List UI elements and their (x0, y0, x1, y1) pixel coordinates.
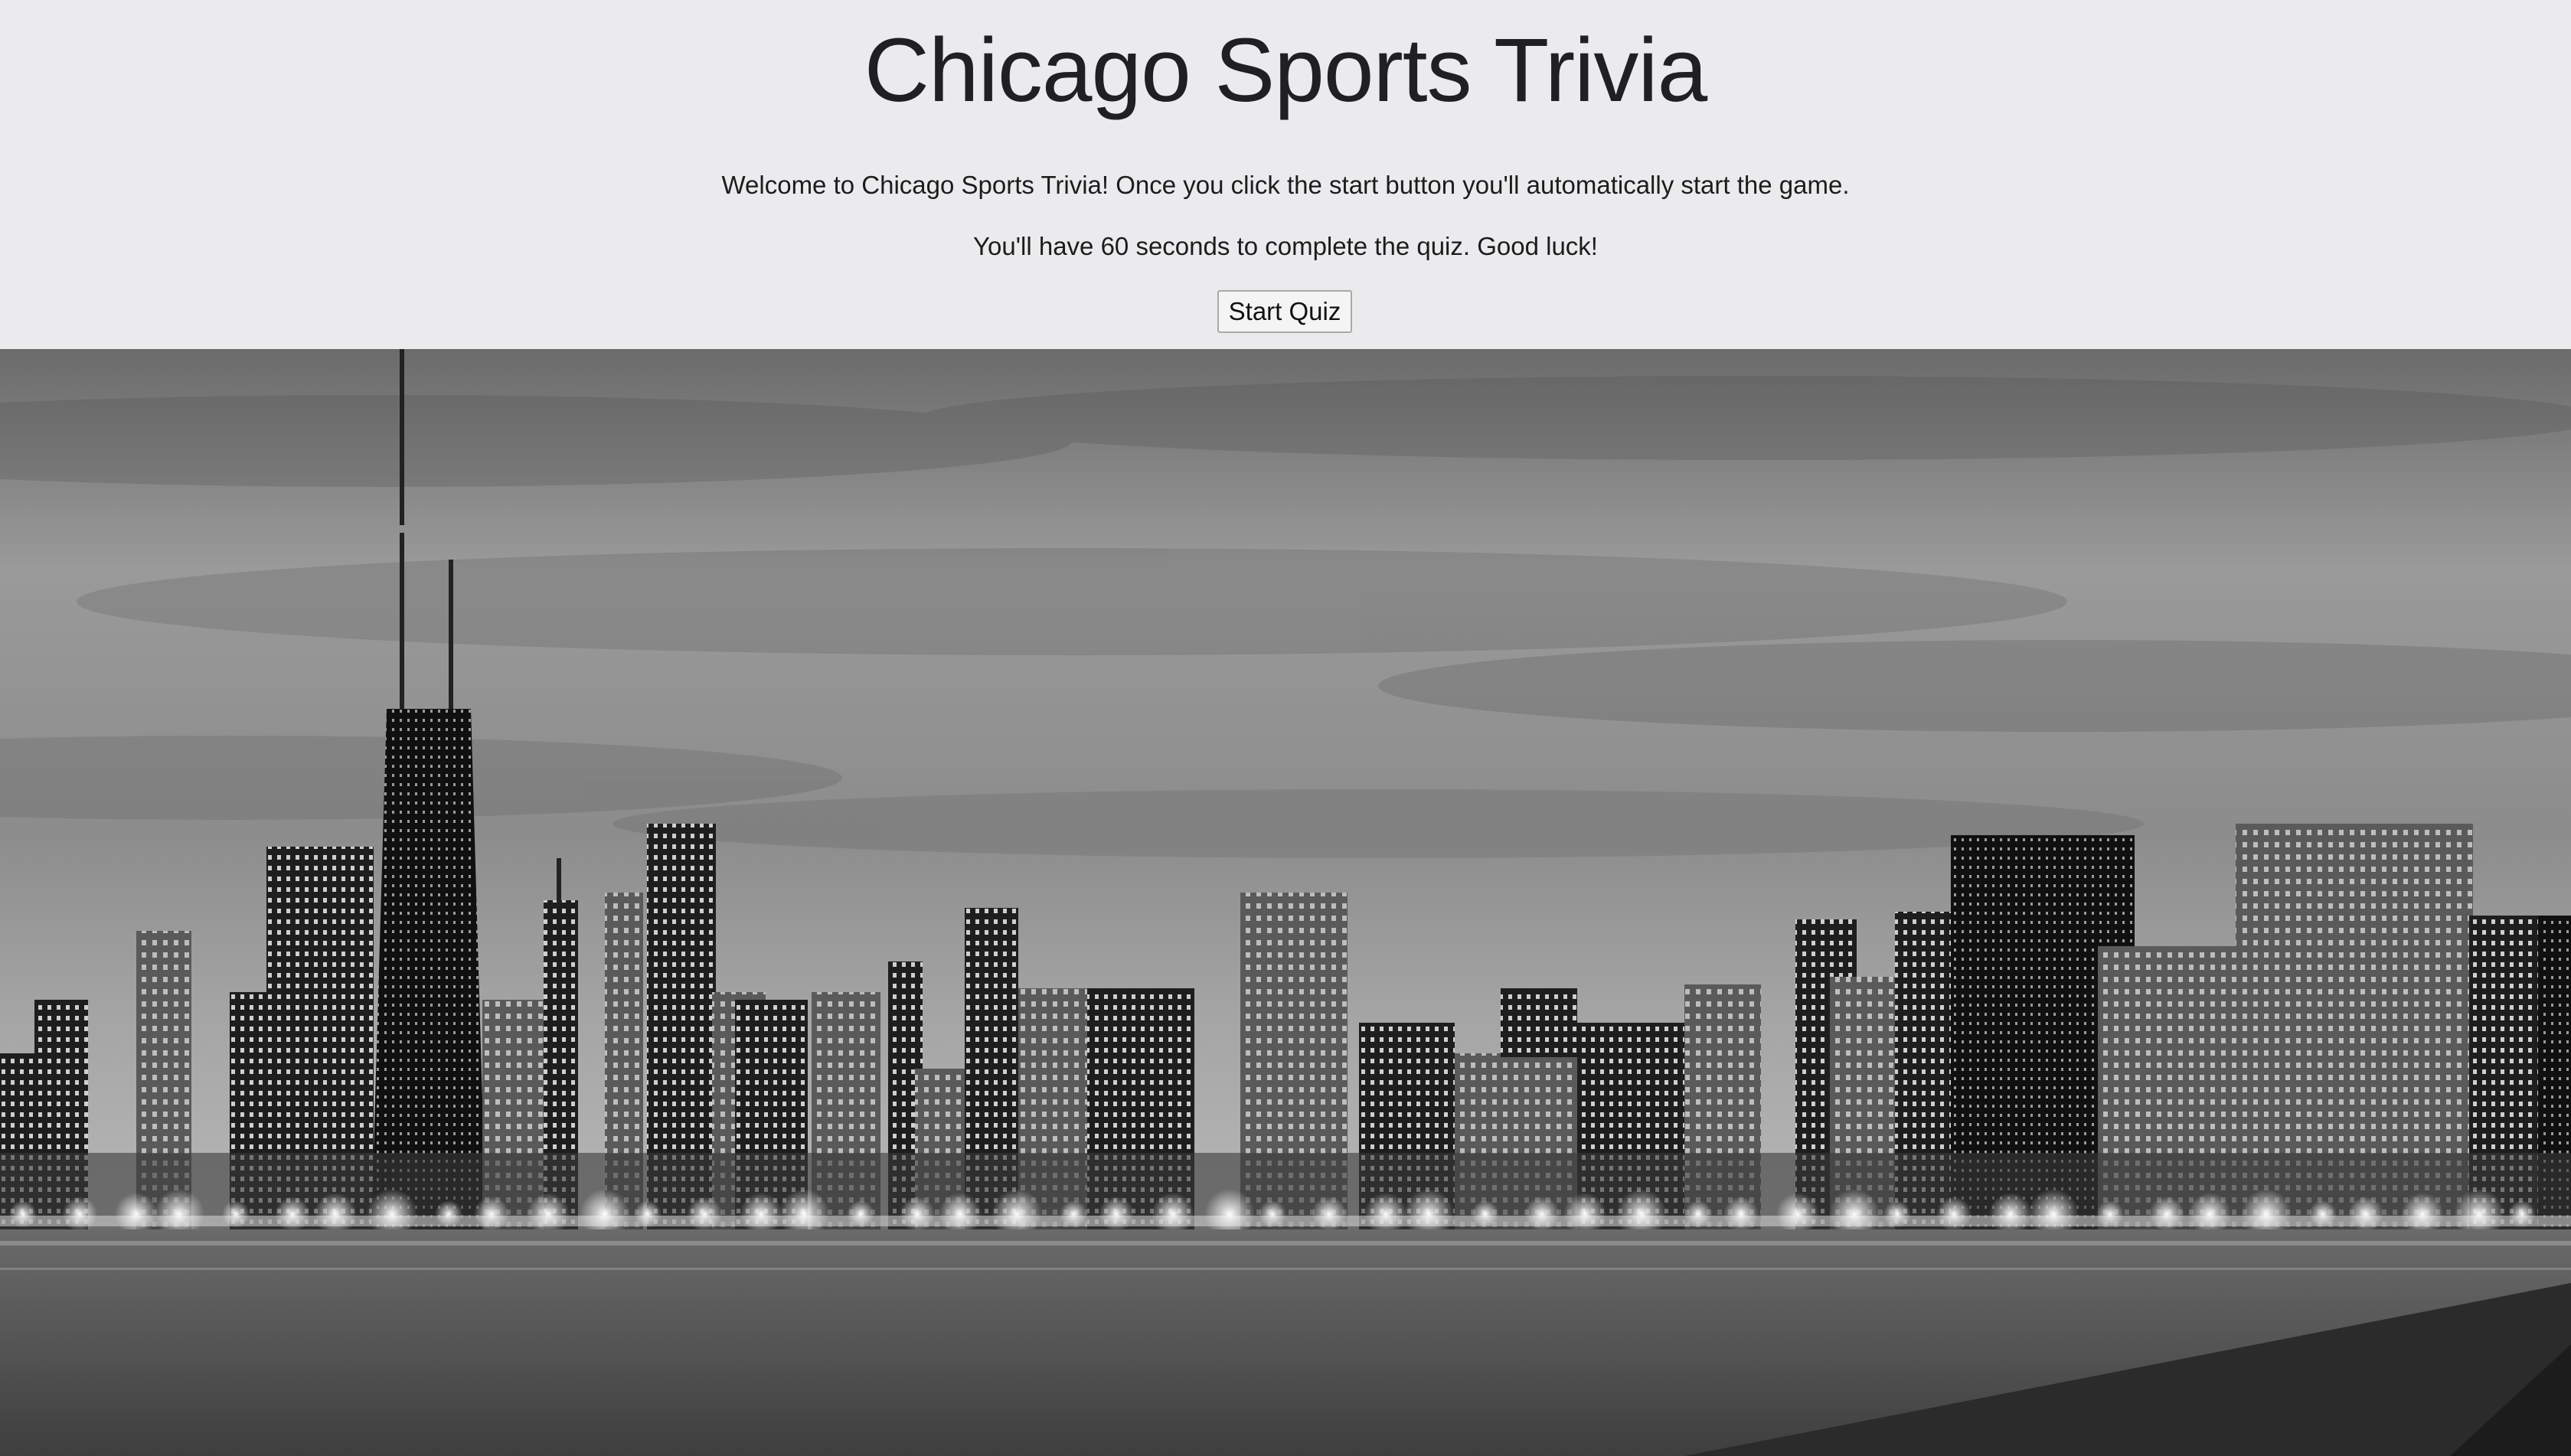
street-light-glow (62, 1196, 97, 1232)
street-light-glow (435, 1200, 462, 1228)
street-light-glow (2096, 1200, 2124, 1228)
street-light-glow (1364, 1193, 1407, 1236)
start-quiz-button[interactable]: Start Quiz (1217, 290, 1352, 333)
street-light-glow (1684, 1200, 1712, 1228)
page-header: Chicago Sports Trivia Welcome to Chicago… (0, 0, 2571, 349)
skyline-illustration (0, 349, 2571, 1456)
intro-text-timer: You'll have 60 seconds to complete the q… (973, 232, 1598, 260)
page-title: Chicago Sports Trivia (864, 20, 1707, 121)
street-light-glow (2401, 1193, 2444, 1236)
street-light-glow (115, 1193, 158, 1236)
street-light-glow (9, 1200, 37, 1228)
street-light-glow (2188, 1193, 2231, 1236)
street-light-glow (275, 1196, 310, 1232)
street-light-glow (1936, 1196, 1972, 1232)
street-light-glow (2149, 1196, 2184, 1232)
street-light-glow (1472, 1200, 1499, 1228)
street-light-glow (222, 1200, 250, 1228)
street-light-glow (1563, 1193, 1606, 1236)
street-light-glow (687, 1196, 722, 1232)
street-light-glow (1723, 1196, 1759, 1232)
street-light-glow (740, 1193, 782, 1236)
street-light-glow (2508, 1200, 2536, 1228)
street-light-glow (527, 1193, 570, 1236)
street-light-glow (1883, 1200, 1911, 1228)
street-light-glow (1989, 1193, 2032, 1236)
street-light-glow (1152, 1193, 1194, 1236)
street-light-glow (634, 1200, 662, 1228)
street-light-glow (2309, 1200, 2337, 1228)
street-light-glow (1099, 1196, 1134, 1232)
street-light-glow (1524, 1196, 1560, 1232)
street-light-glow (939, 1193, 982, 1236)
street-light-glow (847, 1200, 874, 1228)
street-light-glow (474, 1196, 509, 1232)
intro-text-welcome: Welcome to Chicago Sports Trivia! Once y… (721, 171, 1850, 199)
skyline-hero-image (0, 349, 2571, 1456)
street-light-glow (2348, 1196, 2383, 1232)
street-light-glow (314, 1193, 357, 1236)
street-light-glow (900, 1196, 935, 1232)
street-light-glow (1312, 1196, 1347, 1232)
street-light-glow (1060, 1200, 1087, 1228)
street-light-glow (1776, 1193, 1819, 1236)
street-light-glow (1259, 1200, 1286, 1228)
